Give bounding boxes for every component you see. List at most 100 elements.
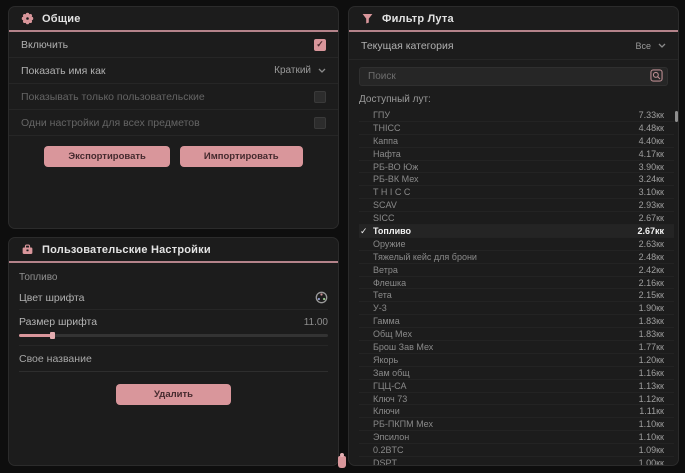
loot-item-value: 3.90кк: [639, 162, 664, 172]
setting-row-name-mode: Показать имя как Краткий: [9, 58, 338, 84]
loot-item-value: 1.13кк: [639, 381, 664, 391]
checkmark-icon: ✓: [316, 40, 324, 49]
loot-list-item[interactable]: ✓ Топливо 2.67кк: [359, 225, 674, 238]
export-import-buttons: Экспортировать Импортировать: [9, 136, 338, 173]
enable-label: Включить: [21, 39, 68, 51]
loot-list-item[interactable]: ✓ Оружие 2.63кк: [359, 238, 674, 251]
funnel-icon: [361, 12, 374, 25]
loot-item-value: 1.09кк: [639, 445, 664, 455]
name-mode-dropdown[interactable]: Краткий: [274, 65, 326, 76]
loot-list-item[interactable]: ✓ Гамма 1.83кк: [359, 315, 674, 328]
category-value: Все: [635, 41, 651, 51]
loot-item-name: THICC: [373, 123, 401, 133]
loot-list: ✓ ГПУ 7.33кк ✓ THICC 4.48кк ✓ Каппа 4.40…: [359, 109, 674, 466]
loot-list-item[interactable]: ✓ Нафта 4.17кк: [359, 148, 674, 161]
loot-item-value: 4.40кк: [639, 136, 664, 146]
loot-item-value: 2.16кк: [639, 278, 664, 288]
loot-item-value: 1.77кк: [639, 342, 664, 352]
loot-item-name: Гамма: [373, 316, 400, 326]
loot-list-item[interactable]: ✓ Эпсилон 1.10кк: [359, 431, 674, 444]
same-all-checkbox[interactable]: ✓: [314, 117, 326, 129]
chevron-down-icon: [658, 43, 666, 48]
loot-list-item[interactable]: ✓ Ключ 73 1.12кк: [359, 393, 674, 406]
loot-list-item[interactable]: ✓ РБ-ВО Юж 3.90кк: [359, 161, 674, 174]
loot-list-item[interactable]: ✓ Якорь 1.20кк: [359, 354, 674, 367]
name-mode-value: Краткий: [274, 65, 311, 76]
loot-filter-title: Фильтр Лута: [382, 13, 454, 25]
loot-list-item[interactable]: ✓ SICC 2.67кк: [359, 212, 674, 225]
loot-list-item[interactable]: ✓ У-3 1.90кк: [359, 302, 674, 315]
loot-list-item[interactable]: ✓ Тета 2.15кк: [359, 289, 674, 302]
loot-item-name: ГПУ: [373, 110, 390, 120]
category-dropdown[interactable]: Все: [635, 41, 666, 51]
user-settings-title: Пользовательские Настройки: [42, 244, 211, 256]
loot-item-value: 1.10кк: [639, 419, 664, 429]
loot-filter-header: Фильтр Лута: [349, 7, 678, 32]
loot-list-item[interactable]: ✓ Каппа 4.40кк: [359, 135, 674, 148]
delete-button[interactable]: Удалить: [116, 384, 231, 405]
export-import-button[interactable]: Экспортировать: [44, 146, 169, 167]
loot-list-item[interactable]: ✓ Брош Зав Мех 1.77кк: [359, 341, 674, 354]
same-all-label: Одни настройки для всех предметов: [21, 117, 200, 129]
loot-item-value: 1.83кк: [639, 316, 664, 326]
loot-item-value: 2.93кк: [639, 200, 664, 210]
loot-list-item[interactable]: ✓ РБ-ПКПМ Мех 1.10кк: [359, 418, 674, 431]
toolbox-icon: [21, 243, 34, 256]
loot-list-item[interactable]: ✓ Ветра 2.42кк: [359, 264, 674, 277]
only-custom-label: Показывать только пользовательские: [21, 91, 205, 103]
selected-item-group-label: Топливо: [9, 263, 338, 286]
loot-item-value: 1.90кк: [639, 303, 664, 313]
search-input[interactable]: [359, 67, 668, 86]
loot-list-item[interactable]: ✓ THICC 4.48кк: [359, 122, 674, 135]
loot-list-item[interactable]: ✓ Тяжелый кейс для брони 2.48кк: [359, 251, 674, 264]
search-box: [359, 66, 668, 86]
loot-list-item[interactable]: ✓ T H I C C 3.10кк: [359, 186, 674, 199]
loot-item-name: Зам общ: [373, 368, 410, 378]
loot-list-item[interactable]: ✓ DSPT 1.00кк: [359, 457, 674, 466]
loot-item-value: 1.11кк: [639, 406, 664, 416]
loot-list-item[interactable]: ✓ 0.2BTC 1.09кк: [359, 444, 674, 457]
custom-name-label: Свое название: [19, 353, 92, 365]
color-wheel-icon[interactable]: [315, 291, 328, 304]
general-panel-title: Общие: [42, 13, 81, 25]
loot-list-item[interactable]: ✓ Ключи 1.11кк: [359, 405, 674, 418]
enable-checkbox[interactable]: ✓: [314, 39, 326, 51]
loot-list-item[interactable]: ✓ Общ Мех 1.83кк: [359, 328, 674, 341]
loot-list-item[interactable]: ✓ SCAV 2.93кк: [359, 199, 674, 212]
search-icon[interactable]: [650, 69, 663, 82]
slider-thumb[interactable]: [50, 332, 55, 339]
window-resize-grip[interactable]: [338, 456, 346, 468]
general-settings-panel: Общие Включить ✓ Показать имя как Кратки…: [8, 6, 339, 229]
custom-name-input[interactable]: Свое название: [19, 346, 328, 372]
loot-item-value: 1.10кк: [639, 432, 664, 442]
loot-item-value: 3.24кк: [639, 174, 664, 184]
font-size-slider[interactable]: [19, 334, 328, 337]
loot-item-name: РБ-ВК Мех: [373, 174, 419, 184]
loot-item-name: T H I C C: [373, 187, 410, 197]
loot-item-name: Эпсилон: [373, 432, 409, 442]
general-panel-header: Общие: [9, 7, 338, 32]
loot-list-item[interactable]: ✓ ГЦЦ-СА 1.13кк: [359, 380, 674, 393]
loot-list-item[interactable]: ✓ Флешка 2.16кк: [359, 277, 674, 290]
only-custom-checkbox[interactable]: ✓: [314, 91, 326, 103]
list-scrollbar[interactable]: [675, 111, 678, 122]
selected-check-icon: ✓: [360, 226, 368, 237]
font-size-block: Размер шрифта 11.00: [19, 310, 328, 346]
loot-item-name: Якорь: [373, 355, 398, 365]
export-import-button[interactable]: Импортировать: [180, 146, 303, 167]
loot-list-item[interactable]: ✓ Зам общ 1.16кк: [359, 367, 674, 380]
loot-item-value: 1.12кк: [639, 394, 664, 404]
loot-list-item[interactable]: ✓ ГПУ 7.33кк: [359, 109, 674, 122]
loot-item-name: Общ Мех: [373, 329, 412, 339]
gear-icon: [21, 12, 34, 25]
setting-row-same-all: Одни настройки для всех предметов ✓: [9, 110, 338, 136]
loot-item-name: У-3: [373, 303, 387, 313]
loot-filter-panel: Фильтр Лута Текущая категория Все Доступ…: [348, 6, 679, 466]
loot-item-name: Нафта: [373, 149, 401, 159]
chevron-down-icon: [318, 68, 326, 73]
loot-item-value: 2.42кк: [639, 265, 664, 275]
loot-item-name: РБ-ПКПМ Мех: [373, 419, 433, 429]
loot-list-item[interactable]: ✓ РБ-ВК Мех 3.24кк: [359, 173, 674, 186]
loot-item-value: 1.16кк: [639, 368, 664, 378]
loot-item-value: 3.10кк: [639, 187, 664, 197]
